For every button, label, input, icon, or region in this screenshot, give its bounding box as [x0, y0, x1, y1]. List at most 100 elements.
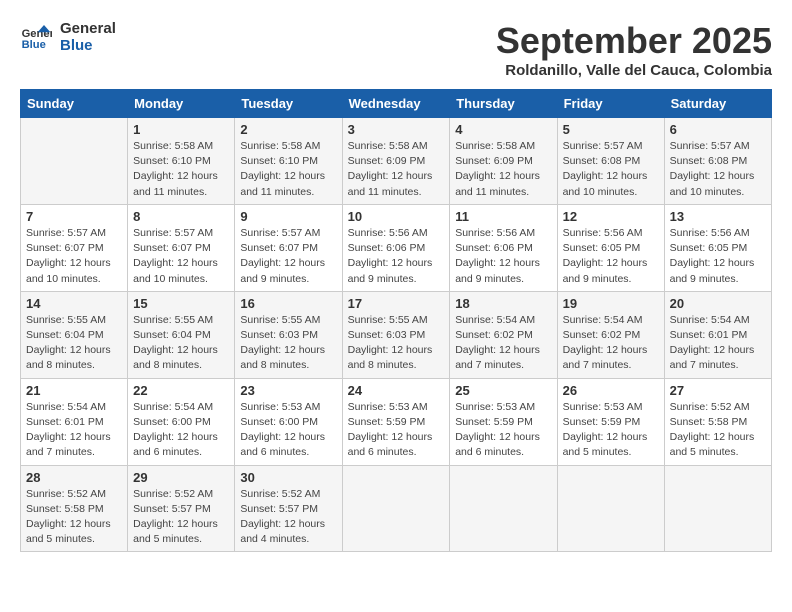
day-cell: 29 Sunrise: 5:52 AMSunset: 5:57 PMDayligh… [128, 465, 235, 552]
week-row-4: 21Sunrise: 5:54 AMSunset: 6:01 PMDayligh… [21, 378, 772, 465]
day-cell: 24Sunrise: 5:53 AMSunset: 5:59 PMDayligh… [342, 378, 450, 465]
day-cell: 17Sunrise: 5:55 AMSunset: 6:03 PMDayligh… [342, 291, 450, 378]
day-number: 19 [563, 296, 659, 311]
day-cell: 3 Sunrise: 5:58 AMSunset: 6:09 PMDaylight… [342, 118, 450, 205]
day-info: Sunrise: 5:53 AMSunset: 6:00 PMDaylight:… [240, 400, 336, 461]
day-info: Sunrise: 5:55 AMSunset: 6:04 PMDaylight:… [26, 313, 122, 374]
day-info: Sunrise: 5:52 AMSunset: 5:58 PMDaylight:… [670, 400, 766, 461]
day-number: 6 [670, 122, 766, 137]
svg-text:Blue: Blue [22, 39, 46, 51]
day-cell: 6 Sunrise: 5:57 AMSunset: 6:08 PMDaylight… [664, 118, 771, 205]
title-area: September 2025 Roldanillo, Valle del Cau… [496, 20, 772, 79]
day-number: 1 [133, 122, 229, 137]
day-info: Sunrise: 5:54 AMSunset: 6:01 PMDaylight:… [670, 313, 766, 374]
day-cell: 7 Sunrise: 5:57 AMSunset: 6:07 PMDaylight… [21, 204, 128, 291]
day-number: 8 [133, 209, 229, 224]
day-cell: 12 Sunrise: 5:56 AMSunset: 6:05 PMDayligh… [557, 204, 664, 291]
day-cell: 27 Sunrise: 5:52 AMSunset: 5:58 PMDayligh… [664, 378, 771, 465]
day-cell: 22Sunrise: 5:54 AMSunset: 6:00 PMDayligh… [128, 378, 235, 465]
day-cell: 25 Sunrise: 5:53 AMSunset: 5:59 PMDayligh… [450, 378, 557, 465]
week-row-3: 14 Sunrise: 5:55 AMSunset: 6:04 PMDayligh… [21, 291, 772, 378]
day-info: Sunrise: 5:52 AMSunset: 5:57 PMDaylight:… [133, 487, 229, 548]
day-cell: 4 Sunrise: 5:58 AMSunset: 6:09 PMDaylight… [450, 118, 557, 205]
day-number: 27 [670, 383, 766, 398]
day-info: Sunrise: 5:55 AMSunset: 6:04 PMDaylight:… [133, 313, 229, 374]
day-info: Sunrise: 5:53 AMSunset: 5:59 PMDaylight:… [455, 400, 551, 461]
day-cell: 30 Sunrise: 5:52 AMSunset: 5:57 PMDayligh… [235, 465, 342, 552]
day-number: 25 [455, 383, 551, 398]
day-number: 23 [240, 383, 336, 398]
day-info: Sunrise: 5:56 AMSunset: 6:05 PMDaylight:… [563, 226, 659, 287]
day-cell: 14 Sunrise: 5:55 AMSunset: 6:04 PMDayligh… [21, 291, 128, 378]
day-number: 7 [26, 209, 122, 224]
day-info: Sunrise: 5:57 AMSunset: 6:07 PMDaylight:… [26, 226, 122, 287]
day-cell [664, 465, 771, 552]
day-cell: 16 Sunrise: 5:55 AMSunset: 6:03 PMDayligh… [235, 291, 342, 378]
calendar-table: SundayMondayTuesdayWednesdayThursdayFrid… [20, 89, 772, 552]
day-cell [342, 465, 450, 552]
day-number: 30 [240, 470, 336, 485]
dow-header-friday: Friday [557, 90, 664, 118]
day-cell: 23 Sunrise: 5:53 AMSunset: 6:00 PMDayligh… [235, 378, 342, 465]
day-info: Sunrise: 5:58 AMSunset: 6:10 PMDaylight:… [240, 139, 336, 200]
day-number: 11 [455, 209, 551, 224]
calendar-body: 1 Sunrise: 5:58 AMSunset: 6:10 PMDaylight… [21, 118, 772, 552]
day-cell: 21Sunrise: 5:54 AMSunset: 6:01 PMDayligh… [21, 378, 128, 465]
day-number: 16 [240, 296, 336, 311]
logo-icon: General Blue [20, 21, 52, 53]
day-info: Sunrise: 5:54 AMSunset: 6:02 PMDaylight:… [563, 313, 659, 374]
location: Roldanillo, Valle del Cauca, Colombia [496, 62, 772, 79]
day-info: Sunrise: 5:55 AMSunset: 6:03 PMDaylight:… [240, 313, 336, 374]
day-number: 24 [348, 383, 445, 398]
day-cell: 5 Sunrise: 5:57 AMSunset: 6:08 PMDaylight… [557, 118, 664, 205]
day-info: Sunrise: 5:54 AMSunset: 6:02 PMDaylight:… [455, 313, 551, 374]
day-cell: 10 Sunrise: 5:56 AMSunset: 6:06 PMDayligh… [342, 204, 450, 291]
week-row-2: 7 Sunrise: 5:57 AMSunset: 6:07 PMDaylight… [21, 204, 772, 291]
dow-header-monday: Monday [128, 90, 235, 118]
dow-header-tuesday: Tuesday [235, 90, 342, 118]
week-row-5: 28Sunrise: 5:52 AMSunset: 5:58 PMDayligh… [21, 465, 772, 552]
logo-text-general: General [60, 20, 116, 37]
week-row-1: 1 Sunrise: 5:58 AMSunset: 6:10 PMDaylight… [21, 118, 772, 205]
month-title: September 2025 [496, 20, 772, 62]
day-cell: 15 Sunrise: 5:55 AMSunset: 6:04 PMDayligh… [128, 291, 235, 378]
day-info: Sunrise: 5:58 AMSunset: 6:09 PMDaylight:… [455, 139, 551, 200]
day-number: 29 [133, 470, 229, 485]
day-cell: 2 Sunrise: 5:58 AMSunset: 6:10 PMDaylight… [235, 118, 342, 205]
day-number: 12 [563, 209, 659, 224]
day-number: 15 [133, 296, 229, 311]
day-info: Sunrise: 5:52 AMSunset: 5:57 PMDaylight:… [240, 487, 336, 548]
day-cell [450, 465, 557, 552]
day-number: 28 [26, 470, 122, 485]
day-number: 4 [455, 122, 551, 137]
day-number: 21 [26, 383, 122, 398]
day-cell: 26Sunrise: 5:53 AMSunset: 5:59 PMDayligh… [557, 378, 664, 465]
day-cell: 18 Sunrise: 5:54 AMSunset: 6:02 PMDayligh… [450, 291, 557, 378]
day-cell: 11 Sunrise: 5:56 AMSunset: 6:06 PMDayligh… [450, 204, 557, 291]
day-info: Sunrise: 5:56 AMSunset: 6:06 PMDaylight:… [455, 226, 551, 287]
dow-header-wednesday: Wednesday [342, 90, 450, 118]
day-number: 10 [348, 209, 445, 224]
day-cell: 1 Sunrise: 5:58 AMSunset: 6:10 PMDaylight… [128, 118, 235, 205]
day-number: 3 [348, 122, 445, 137]
day-number: 20 [670, 296, 766, 311]
day-info: Sunrise: 5:56 AMSunset: 6:06 PMDaylight:… [348, 226, 445, 287]
day-number: 14 [26, 296, 122, 311]
day-info: Sunrise: 5:55 AMSunset: 6:03 PMDaylight:… [348, 313, 445, 374]
dow-header-saturday: Saturday [664, 90, 771, 118]
day-cell: 28Sunrise: 5:52 AMSunset: 5:58 PMDayligh… [21, 465, 128, 552]
logo-text-blue: Blue [60, 37, 116, 54]
dow-header-sunday: Sunday [21, 90, 128, 118]
day-info: Sunrise: 5:58 AMSunset: 6:09 PMDaylight:… [348, 139, 445, 200]
day-number: 18 [455, 296, 551, 311]
day-number: 2 [240, 122, 336, 137]
dow-header-thursday: Thursday [450, 90, 557, 118]
day-cell: 8Sunrise: 5:57 AMSunset: 6:07 PMDaylight… [128, 204, 235, 291]
day-info: Sunrise: 5:57 AMSunset: 6:08 PMDaylight:… [563, 139, 659, 200]
day-number: 13 [670, 209, 766, 224]
day-info: Sunrise: 5:58 AMSunset: 6:10 PMDaylight:… [133, 139, 229, 200]
day-number: 5 [563, 122, 659, 137]
day-cell [21, 118, 128, 205]
day-info: Sunrise: 5:57 AMSunset: 6:08 PMDaylight:… [670, 139, 766, 200]
day-info: Sunrise: 5:57 AMSunset: 6:07 PMDaylight:… [240, 226, 336, 287]
